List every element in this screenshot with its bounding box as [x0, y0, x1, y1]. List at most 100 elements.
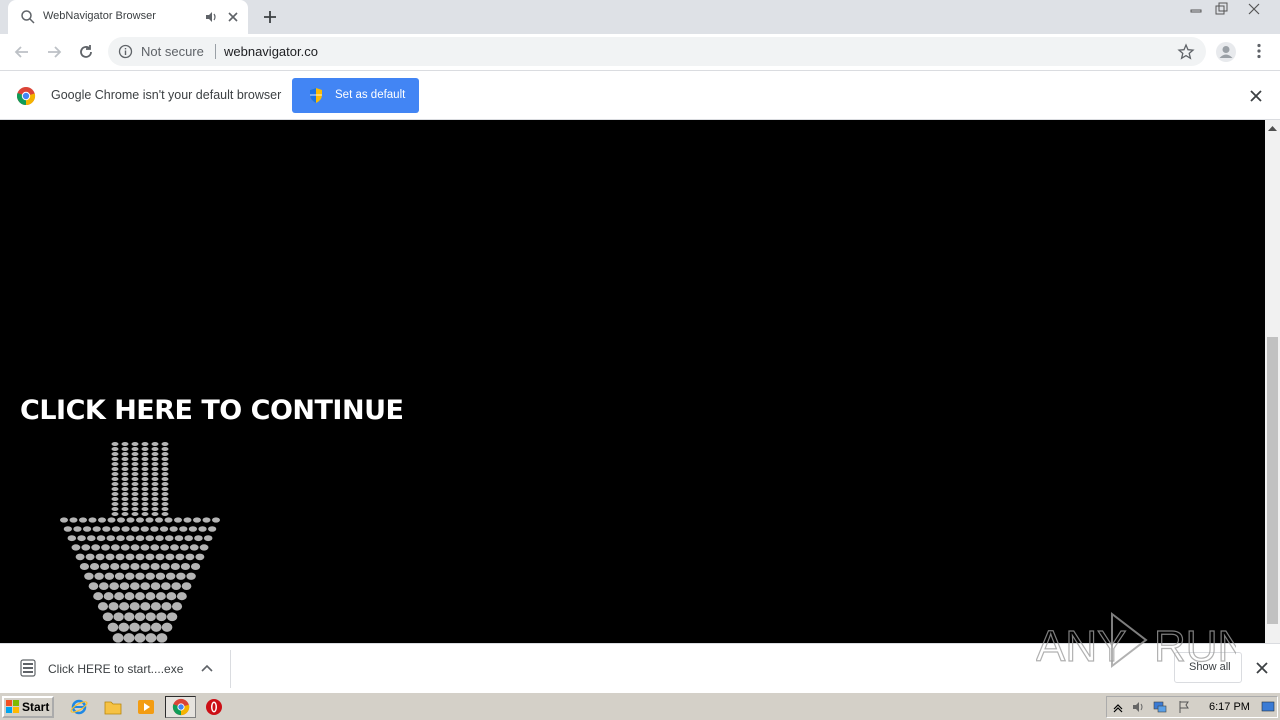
arrow-dot — [111, 526, 121, 532]
arrow-dot — [111, 502, 119, 506]
scroll-thumb[interactable] — [1267, 337, 1278, 624]
arrow-dot — [193, 517, 201, 523]
reload-icon[interactable] — [77, 43, 95, 61]
minimize-icon[interactable] — [1184, 1, 1208, 17]
arrow-dot — [111, 512, 119, 516]
arrow-dot — [131, 487, 139, 491]
taskbar-clock[interactable]: 6:17 PM — [1209, 701, 1250, 713]
click-here-to-continue-text[interactable]: CLICK HERE TO CONTINUE — [20, 395, 404, 426]
action-center-flag-icon[interactable] — [1177, 700, 1191, 714]
star-icon[interactable] — [1177, 43, 1195, 61]
download-filename[interactable]: Click HERE to start....exe — [48, 662, 183, 676]
chevron-up-icon[interactable] — [200, 662, 214, 674]
address-bar[interactable]: Not secure webnavigator.co — [108, 37, 1206, 66]
arrow-dot — [140, 563, 150, 570]
arrow-dot — [106, 535, 116, 542]
arrow-dot — [121, 502, 129, 506]
media-player-icon[interactable] — [137, 698, 155, 716]
arrow-dot — [171, 602, 183, 611]
tab-strip: WebNavigator Browser — [0, 0, 1280, 34]
start-button[interactable]: Start — [2, 696, 54, 718]
arrow-dot — [111, 487, 119, 491]
arrow-dot — [170, 563, 180, 570]
arrow-dot — [118, 622, 130, 632]
internet-explorer-icon[interactable] — [70, 698, 88, 716]
speaker-icon[interactable] — [204, 10, 218, 24]
arrow-dot — [111, 452, 119, 456]
arrow-dot — [84, 572, 94, 580]
arrow-dot — [141, 442, 149, 446]
down-arrow-graphic[interactable] — [55, 440, 225, 645]
close-icon[interactable] — [1249, 89, 1263, 103]
close-icon[interactable] — [1255, 661, 1269, 675]
arrow-dot — [111, 457, 119, 461]
arrow-dot — [161, 497, 169, 501]
show-desktop-icon[interactable] — [1261, 700, 1275, 714]
arrow-dot — [145, 592, 156, 601]
arrow-dot — [111, 492, 119, 496]
arrow-dot — [145, 633, 157, 643]
arrow-dot — [98, 582, 109, 591]
plus-icon[interactable] — [261, 8, 279, 26]
arrow-dot — [140, 622, 151, 632]
arrow-dot — [121, 477, 129, 481]
arrow-dot — [161, 492, 169, 496]
volume-icon[interactable] — [1131, 700, 1145, 714]
arrow-dot — [140, 526, 149, 532]
arrow-dot — [113, 612, 124, 622]
arrow-dot — [161, 467, 169, 471]
arrow-dot — [141, 487, 149, 491]
arrow-dot — [140, 602, 151, 611]
arrow-dot — [81, 544, 91, 551]
arrow-dot — [161, 502, 169, 506]
arrow-dot — [186, 572, 196, 580]
arrow-dot — [102, 526, 111, 532]
arrow-dot — [110, 563, 120, 570]
arrow-dot — [161, 487, 169, 491]
arrow-dot — [140, 582, 151, 591]
forward-arrow-icon[interactable] — [45, 43, 63, 61]
arrow-dot — [131, 512, 139, 516]
arrow-dot — [129, 622, 140, 632]
security-label[interactable]: Not secure — [141, 44, 204, 59]
arrow-dot — [130, 563, 140, 570]
download-separator — [230, 650, 231, 688]
folder-icon[interactable] — [104, 698, 122, 716]
arrow-dot — [135, 572, 145, 580]
arrow-dot — [188, 526, 198, 532]
arrow-dot — [141, 472, 149, 476]
page-content[interactable]: CLICK HERE TO CONTINUE — [0, 120, 1265, 645]
window-close-icon[interactable] — [1242, 1, 1266, 17]
arrow-dot — [114, 572, 125, 580]
restore-icon[interactable] — [1209, 1, 1233, 17]
arrow-dot — [114, 592, 125, 601]
arrow-dot — [161, 622, 173, 632]
url-text[interactable]: webnavigator.co — [224, 44, 318, 59]
file-icon[interactable] — [20, 659, 36, 677]
show-hidden-icons-icon[interactable] — [1111, 700, 1125, 714]
scroll-up-icon[interactable] — [1268, 124, 1277, 132]
scrollbar[interactable] — [1265, 120, 1280, 643]
set-as-default-button[interactable]: Set as default — [292, 78, 419, 113]
back-arrow-icon[interactable] — [13, 43, 31, 61]
browser-tab[interactable]: WebNavigator Browser — [8, 0, 248, 34]
close-icon[interactable] — [226, 10, 240, 24]
arrow-dot — [134, 612, 146, 622]
taskbar-chrome-active[interactable] — [165, 696, 196, 718]
arrow-dot — [121, 497, 129, 501]
arrow-dot — [170, 544, 179, 551]
more-vert-icon[interactable] — [1250, 42, 1268, 60]
arrow-dot — [151, 492, 159, 496]
arrow-dot — [208, 526, 217, 532]
arrow-dot — [119, 602, 130, 611]
arrow-dot — [161, 507, 169, 511]
arrow-dot — [174, 535, 184, 542]
network-icon[interactable] — [1153, 700, 1167, 714]
arrow-dot — [141, 477, 149, 481]
profile-icon[interactable] — [1215, 41, 1237, 63]
info-icon[interactable] — [118, 44, 133, 59]
arrow-dot — [155, 572, 166, 580]
opera-icon[interactable] — [205, 698, 223, 716]
arrow-dot — [176, 592, 187, 601]
svg-text:RUN: RUN — [1154, 622, 1236, 669]
